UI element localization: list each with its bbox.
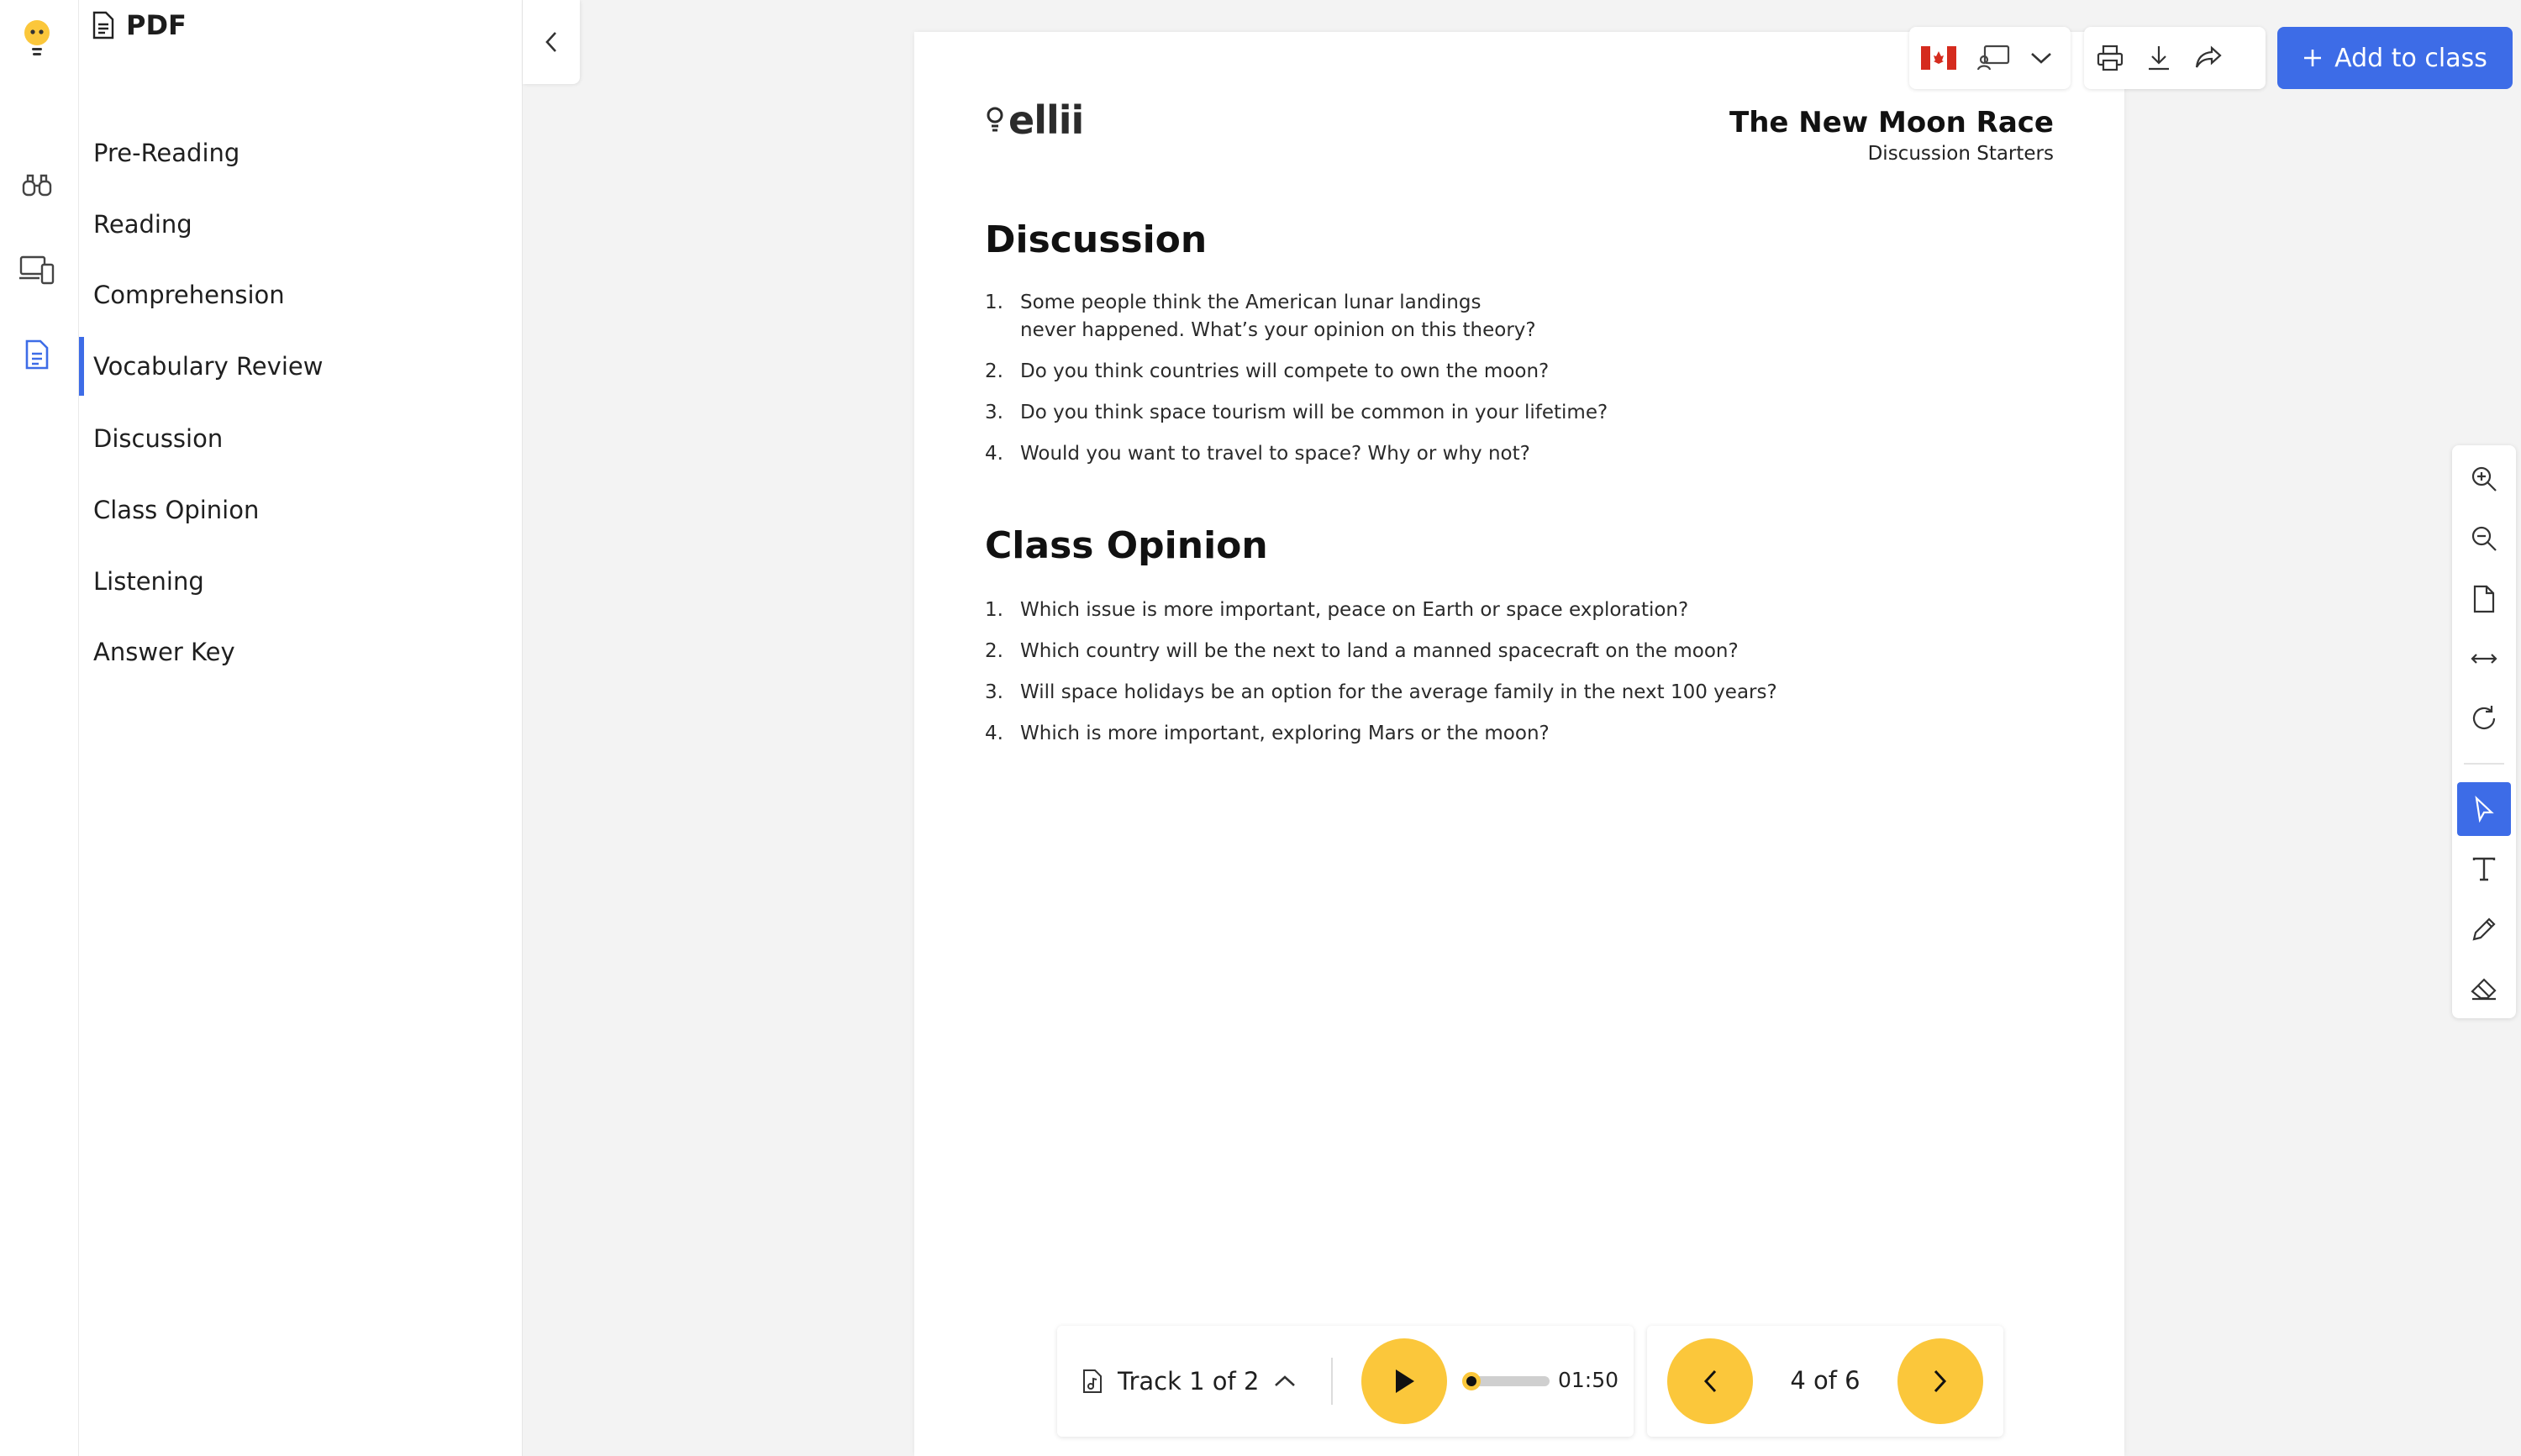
section-heading-class-opinion: Class Opinion — [985, 524, 1268, 567]
nav-item-discussion[interactable]: Discussion — [79, 409, 523, 468]
nav-item-vocabulary-review[interactable]: Vocabulary Review — [79, 337, 523, 396]
devices-icon[interactable] — [18, 250, 56, 289]
list-item: 2. Do you think countries will compete t… — [985, 358, 1993, 386]
document-actions — [2084, 27, 2266, 89]
list-item: 2. Which country will be the next to lan… — [985, 638, 1993, 665]
list-item: 3. Will space holidays be an option for … — [985, 679, 1993, 707]
list-item: 4. Would you want to travel to space? Wh… — [985, 440, 1993, 468]
nav-item-label: Pre-Reading — [93, 139, 240, 167]
nav-item-pre-reading[interactable]: Pre-Reading — [79, 124, 523, 182]
nav-item-label: Reading — [93, 210, 192, 239]
plus-icon — [2303, 48, 2323, 68]
ellii-logo: ellii — [985, 97, 1084, 143]
question-number: 1. — [985, 292, 1003, 313]
lightbulb-logo-icon[interactable] — [18, 20, 56, 59]
fit-page-icon[interactable] — [2457, 572, 2511, 626]
question-text-line2: never happened. What’s your opinion on t… — [1020, 319, 1536, 341]
question-text: Which issue is more important, peace on … — [1020, 599, 1689, 621]
question-text: Which country will be the next to land a… — [1020, 640, 1739, 662]
audio-progress-slider[interactable] — [1459, 1372, 1550, 1390]
nav-item-class-opinion[interactable]: Class Opinion — [79, 481, 523, 539]
nav-item-label: Class Opinion — [93, 496, 260, 524]
binoculars-icon[interactable] — [18, 166, 56, 204]
select-cursor-icon[interactable] — [2457, 782, 2511, 836]
pdf-nav-panel: PDF Pre-Reading Reading Comprehension Vo… — [79, 0, 523, 1456]
left-rail — [0, 0, 79, 1456]
zoom-in-icon[interactable] — [2457, 452, 2511, 506]
list-item: 1. Some people think the American lunar … — [985, 289, 1993, 344]
question-number: 1. — [985, 599, 1003, 621]
question-text: Do you think space tourism will be commo… — [1020, 402, 1608, 423]
pdf-file-icon — [92, 11, 114, 39]
doc-title-block: The New Moon Race Discussion Starters — [1729, 106, 2054, 165]
class-opinion-questions: 1. Which issue is more important, peace … — [985, 597, 1993, 761]
collapse-panel-button[interactable] — [523, 0, 580, 84]
chevron-up-icon — [1274, 1375, 1296, 1388]
page-navigator: 4 of 6 — [1647, 1326, 2003, 1437]
document-icon[interactable] — [18, 335, 56, 374]
share-icon[interactable] — [2193, 45, 2224, 71]
nav-item-answer-key[interactable]: Answer Key — [79, 623, 523, 681]
player-divider — [1331, 1358, 1333, 1405]
nav-item-comprehension[interactable]: Comprehension — [79, 265, 523, 324]
audio-time: 01:50 — [1558, 1368, 1619, 1392]
doc-subtitle: Discussion Starters — [1867, 143, 2054, 165]
pencil-icon[interactable] — [2457, 902, 2511, 956]
play-button[interactable] — [1361, 1338, 1447, 1424]
nav-item-label: Vocabulary Review — [93, 352, 324, 381]
logo-text: ellii — [1008, 97, 1084, 143]
nav-item-reading[interactable]: Reading — [79, 195, 523, 254]
chevron-down-icon[interactable] — [2030, 51, 2052, 65]
pdf-page: ellii The New Moon Race Discussion Start… — [914, 32, 2124, 1456]
discussion-questions: 1. Some people think the American lunar … — [985, 289, 1993, 481]
audio-file-icon — [1082, 1369, 1103, 1394]
fit-width-icon[interactable] — [2457, 632, 2511, 686]
doc-title: The New Moon Race — [1729, 106, 2054, 139]
present-board-icon[interactable] — [1976, 45, 2010, 71]
question-number: 2. — [985, 640, 1003, 662]
question-number: 4. — [985, 443, 1003, 465]
question-text: Will space holidays be an option for the… — [1020, 681, 1777, 703]
language-selector[interactable] — [1909, 27, 2071, 89]
progress-thumb[interactable] — [1462, 1372, 1482, 1390]
next-page-button[interactable] — [1897, 1338, 1983, 1424]
audio-player: Track 1 of 2 01:50 — [1057, 1326, 1634, 1437]
question-text: Would you want to travel to space? Why o… — [1020, 443, 1530, 465]
section-heading-discussion: Discussion — [985, 218, 1208, 261]
list-item: 3. Do you think space tourism will be co… — [985, 399, 1993, 427]
ellii-pin-icon — [985, 106, 1005, 134]
rotate-icon[interactable] — [2457, 691, 2511, 745]
question-number: 3. — [985, 681, 1003, 703]
toolbar-divider — [2464, 763, 2504, 765]
canada-flag-icon[interactable] — [1921, 46, 1956, 70]
list-item: 4. Which is more important, exploring Ma… — [985, 720, 1993, 748]
chevron-right-icon — [1933, 1369, 1948, 1394]
question-text: Which is more important, exploring Mars … — [1020, 723, 1550, 744]
play-icon — [1392, 1367, 1417, 1396]
print-icon[interactable] — [2096, 44, 2124, 72]
nav-title: PDF — [126, 9, 187, 41]
question-text: Some people think the American lunar lan… — [1020, 292, 1482, 313]
eraser-icon[interactable] — [2457, 962, 2511, 1016]
add-to-class-label: Add to class — [2334, 43, 2487, 73]
track-label: Track 1 of 2 — [1118, 1367, 1260, 1396]
chevron-left-icon — [545, 30, 558, 54]
question-number: 3. — [985, 402, 1003, 423]
question-number: 4. — [985, 723, 1003, 744]
nav-item-label: Comprehension — [93, 281, 285, 309]
text-tool-icon[interactable] — [2457, 842, 2511, 896]
list-item: 1. Which issue is more important, peace … — [985, 597, 1993, 624]
question-text: Do you think countries will compete to o… — [1020, 360, 1550, 382]
nav-item-listening[interactable]: Listening — [79, 552, 523, 611]
nav-header: PDF — [92, 5, 187, 45]
download-icon[interactable] — [2145, 44, 2173, 72]
nav-item-label: Listening — [93, 567, 204, 596]
nav-item-label: Discussion — [93, 424, 224, 453]
question-number: 2. — [985, 360, 1003, 382]
zoom-out-icon[interactable] — [2457, 512, 2511, 565]
annotation-toolbar — [2452, 445, 2516, 1018]
nav-item-label: Answer Key — [93, 638, 235, 666]
track-selector[interactable]: Track 1 of 2 — [1082, 1326, 1296, 1437]
add-to-class-button[interactable]: Add to class — [2277, 27, 2513, 89]
